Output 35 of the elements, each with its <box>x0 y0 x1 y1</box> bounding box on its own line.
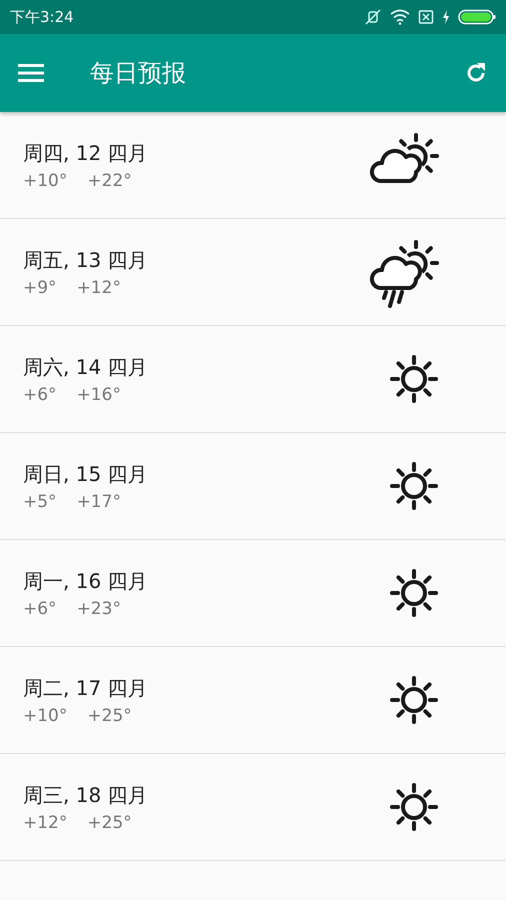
app-title: 每日预报 <box>90 58 187 89</box>
low-temperature: +9° <box>23 278 57 298</box>
charging-icon <box>442 10 450 24</box>
high-temperature: +16° <box>76 384 121 404</box>
forecast-date: 周四, 12 四月 <box>23 140 148 166</box>
status-time: 下午3:24 <box>10 8 74 26</box>
high-temperature: +23° <box>76 598 121 618</box>
forecast-row[interactable]: 周六, 14 四月 +6° +16° <box>0 326 506 433</box>
no-sim-icon <box>418 9 434 25</box>
low-temperature: +10° <box>23 706 68 726</box>
forecast-row[interactable]: 周一, 16 四月 +6° +23° <box>0 540 506 647</box>
high-temperature: +22° <box>87 170 132 190</box>
wifi-icon <box>390 9 410 25</box>
forecast-row[interactable]: 周二, 17 四月 +10° +25° <box>0 647 506 754</box>
high-temperature: +25° <box>87 706 132 726</box>
forecast-date: 周五, 13 四月 <box>23 246 148 274</box>
forecast-date: 周二, 17 四月 <box>23 674 148 702</box>
forecast-row[interactable]: 周日, 15 四月 +5° +17° <box>0 433 506 540</box>
forecast-row[interactable]: 周五, 13 四月 +9° +12° <box>0 219 506 326</box>
forecast-date: 周日, 15 四月 <box>23 460 148 488</box>
low-temperature: +12° <box>23 812 68 832</box>
low-temperature: +10° <box>23 170 68 190</box>
low-temperature: +6° <box>23 384 57 404</box>
forecast-date: 周一, 16 四月 <box>23 568 148 594</box>
low-temperature: +5° <box>23 492 57 512</box>
forecast-date: 周三, 18 四月 <box>23 782 148 808</box>
battery-icon <box>458 9 496 25</box>
low-temperature: +6° <box>23 598 57 618</box>
forecast-row[interactable]: 周四, 12 四月 +10° +22° <box>0 112 506 219</box>
forecast-date: 周六, 14 四月 <box>23 354 148 380</box>
high-temperature: +17° <box>76 492 121 512</box>
menu-icon <box>18 63 44 83</box>
high-temperature: +12° <box>76 278 121 298</box>
high-temperature: +25° <box>87 812 132 832</box>
forecast-row[interactable]: 周三, 18 四月 +12° +25° <box>0 754 506 861</box>
